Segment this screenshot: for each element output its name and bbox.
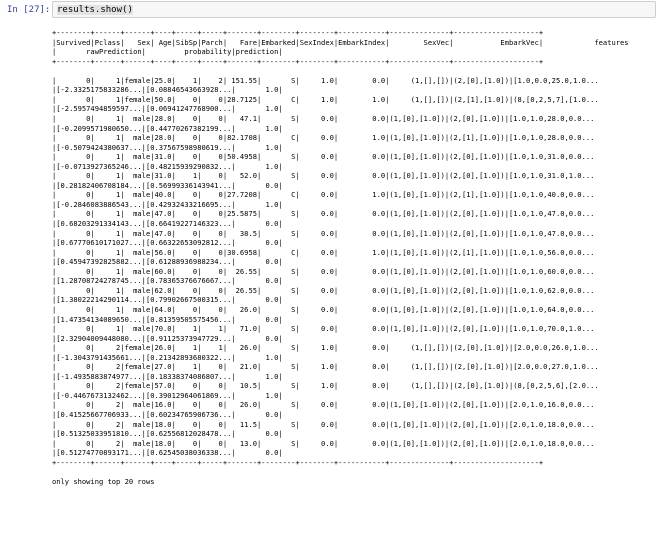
output-line: | 0| 2| male|18.0| 0| 0| 11.5| S| 0.0| 0… <box>52 419 595 429</box>
output-line: |[-1.3043791435661...|[0.21342893680322.… <box>52 352 283 362</box>
output-line: |[0.41525667706933...|[0.60234765906736.… <box>52 410 283 419</box>
output-line: |[0.67770610171027...|[0.66322653092812.… <box>52 238 283 248</box>
output-line: +--------+------+------+----+-----+-----… <box>52 56 544 66</box>
code-line[interactable]: results.show() <box>57 5 133 15</box>
input-prompt: In [27]: <box>7 5 51 15</box>
output-line: |[0.45947392825882...|[0.61288936988234.… <box>52 257 283 267</box>
output-line: |[0.28182406708184...|[0.56999336143941.… <box>52 180 283 190</box>
output-line: | 0| 1| male|70.0| 1| 1| 71.0| S| 0.0| 0… <box>52 324 595 334</box>
output-line: |Survived|Pclass| Sex| Age|SibSp|Parch| … <box>52 37 629 47</box>
output-line: +--------+------+------+----+-----+-----… <box>52 29 544 37</box>
output-line: |[-0.2846083886543...|[0.42932433216695.… <box>52 199 283 209</box>
output-line: | 0| 2| male|18.0| 0| 0| 13.0| S| 0.0| 0… <box>52 438 595 448</box>
output-line: | 0| 1| male|28.0| 0| 0|82.1708| C| 0.0|… <box>52 133 595 143</box>
output-line: |[1.47354134089650...|[0.81359505575456.… <box>52 314 283 324</box>
output-line: | 0| 1|female|25.0| 1| 2| 151.55| S| 1.0… <box>52 75 599 85</box>
code-text[interactable]: results.show() <box>57 5 133 15</box>
output-line: | 0| 1| male|47.0| 0| 0|25.5875| S| 0.0|… <box>52 209 595 219</box>
output-line: | 0| 1| male|56.0| 0| 0|30.6958| C| 0.0|… <box>52 247 595 257</box>
output-line: |[-0.5079424380637...|[0.37567598980619.… <box>52 142 283 152</box>
output-line: |[-0.4467673132462...|[0.39012964061869.… <box>52 390 283 400</box>
output-line: |[-0.0713927365246...|[0.48215939290832.… <box>52 161 283 171</box>
output-line: | 0| 1| male|64.0| 0| 0| 26.0| S| 0.0| 0… <box>52 304 595 314</box>
output-line: |[-1.4935883874977...|[0.18338374086807.… <box>52 371 283 381</box>
output-line: only showing top 20 rows <box>52 476 155 486</box>
output-line: |[0.68203291334143...|[0.66419227146323.… <box>52 219 283 228</box>
output-line: | 0| 2|female|26.0| 1| 1| 26.0| S| 1.0| … <box>52 343 599 353</box>
output-line: | 0| 2| male|16.0| 0| 0| 26.0| S| 0.0| 0… <box>52 400 595 410</box>
cell-output: +--------+------+------+----+-----+-----… <box>52 29 656 534</box>
output-line: |[-2.3325175833286...|[0.08846543663928.… <box>52 85 283 95</box>
output-line: |[2.32904009448080...|[0.91125373947729.… <box>52 333 283 343</box>
output-line: +--------+------+------+----+-----+-----… <box>52 457 544 467</box>
output-line: |[1.38022214290114...|[0.79902667500315.… <box>52 295 283 305</box>
output-line: | 0| 1| male|40.0| 0| 0|27.7208| C| 0.0|… <box>52 190 595 200</box>
output-line: | 0| 1| male|47.0| 0| 0| 38.5| S| 0.0| 0… <box>52 228 595 238</box>
output-line: | 0| 2|female|57.0| 0| 0| 10.5| S| 1.0| … <box>52 381 599 391</box>
output-line: |[-2.5957494859597...|[0.06941247768900.… <box>52 104 283 114</box>
output-line: | 0| 2|female|27.0| 1| 0| 21.0| S| 1.0| … <box>52 362 599 372</box>
output-line: |[0.51274770893171...|[0.62545038036338.… <box>52 448 283 458</box>
notebook-cell: In [27]: results.show() +--------+------… <box>0 0 660 534</box>
output-line: | 0| 1| male|31.0| 1| 0| 52.0| S| 0.0| 0… <box>52 171 595 181</box>
output-line: | 0| 1| male|31.0| 0| 0|50.4958| S| 0.0|… <box>52 152 595 162</box>
output-line: | rawPrediction| probability|prediction| <box>52 47 283 57</box>
code-input-area[interactable]: results.show() <box>52 1 656 18</box>
output-line: |[1.28708724278745...|[0.78365376676667.… <box>52 276 283 286</box>
output-line: | 0| 1| male|60.0| 0| 0| 26.55| S| 0.0| … <box>52 266 595 276</box>
output-line: | 0| 1| male|28.0| 0| 0| 47.1| S| 0.0| 0… <box>52 113 595 123</box>
output-line: |[-0.2099571980650...|[0.44770267382199.… <box>52 123 283 133</box>
output-line: |[0.51325033951810...|[0.62556812028478.… <box>52 429 283 439</box>
output-line: | 0| 1|female|50.0| 0| 0|28.7125| C| 1.0… <box>52 94 599 104</box>
output-line: | 0| 1| male|62.0| 0| 0| 26.55| S| 0.0| … <box>52 285 595 295</box>
